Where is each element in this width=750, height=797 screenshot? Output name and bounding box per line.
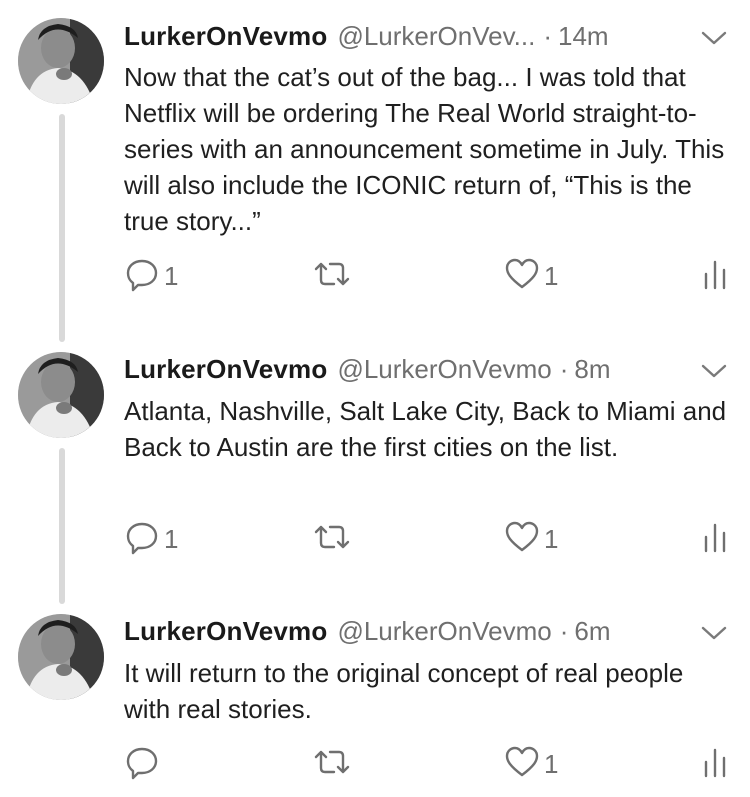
reply-icon <box>124 256 160 297</box>
retweet-button[interactable] <box>312 519 356 559</box>
retweet-button[interactable] <box>312 256 356 296</box>
chevron-down-icon[interactable] <box>700 361 728 381</box>
display-name[interactable]: LurkerOnVevmo <box>124 21 327 52</box>
reply-icon <box>124 744 160 785</box>
tweet-text: It will return to the original concept o… <box>124 658 684 724</box>
retweet-icon <box>312 744 352 785</box>
chevron-down-icon[interactable] <box>700 28 728 48</box>
analytics-icon <box>702 744 728 785</box>
reply-count: 1 <box>164 260 179 291</box>
user-handle[interactable]: @LurkerOnVevmo <box>337 616 551 647</box>
tweet-text: Now that the cat’s out of the bag... I w… <box>124 62 725 236</box>
retweet-button[interactable] <box>312 744 356 784</box>
tweet-header: LurkerOnVevmo @LurkerOnVevmo · 6m <box>124 611 611 651</box>
reply-icon <box>124 519 160 560</box>
tweet-actions: 1 <box>124 744 734 784</box>
reply-button[interactable]: 1 <box>124 519 178 559</box>
analytics-icon <box>702 519 728 560</box>
like-button[interactable]: 1 <box>504 744 558 784</box>
heart-icon <box>504 519 540 560</box>
tweet-text: Atlanta, Nashville, Salt Lake City, Back… <box>124 396 727 462</box>
timestamp[interactable]: 8m <box>574 354 610 385</box>
heart-icon <box>504 744 540 785</box>
reply-count: 1 <box>164 523 179 554</box>
analytics-button[interactable] <box>702 744 728 784</box>
avatar[interactable] <box>18 18 104 104</box>
like-button[interactable]: 1 <box>504 256 558 296</box>
reply-button[interactable]: 1 <box>124 256 178 296</box>
retweet-icon <box>312 256 352 297</box>
avatar[interactable] <box>18 352 104 438</box>
timestamp[interactable]: 14m <box>558 21 609 52</box>
display-name[interactable]: LurkerOnVevmo <box>124 616 327 647</box>
separator-dot: · <box>559 615 569 646</box>
chevron-down-icon[interactable] <box>700 623 728 643</box>
separator-dot: · <box>543 20 553 51</box>
heart-icon <box>504 256 540 297</box>
reply-button[interactable] <box>124 744 164 784</box>
analytics-icon <box>702 256 728 297</box>
tweet-header: LurkerOnVevmo @LurkerOnVev... · 14m <box>124 16 609 56</box>
display-name[interactable]: LurkerOnVevmo <box>124 354 327 385</box>
timestamp[interactable]: 6m <box>574 616 610 647</box>
tweet-actions: 1 1 <box>124 256 734 296</box>
thread-line <box>59 448 65 604</box>
like-button[interactable]: 1 <box>504 519 558 559</box>
analytics-button[interactable] <box>702 519 728 559</box>
thread-line <box>59 114 65 342</box>
analytics-button[interactable] <box>702 256 728 296</box>
tweet-header: LurkerOnVevmo @LurkerOnVevmo · 8m <box>124 349 611 389</box>
user-handle[interactable]: @LurkerOnVev... <box>337 21 535 52</box>
like-count: 1 <box>544 523 559 554</box>
user-handle[interactable]: @LurkerOnVevmo <box>337 354 551 385</box>
like-count: 1 <box>544 748 559 779</box>
like-count: 1 <box>544 260 559 291</box>
retweet-icon <box>312 519 352 560</box>
tweet-actions: 1 1 <box>124 519 734 559</box>
avatar[interactable] <box>18 614 104 700</box>
separator-dot: · <box>559 353 569 384</box>
